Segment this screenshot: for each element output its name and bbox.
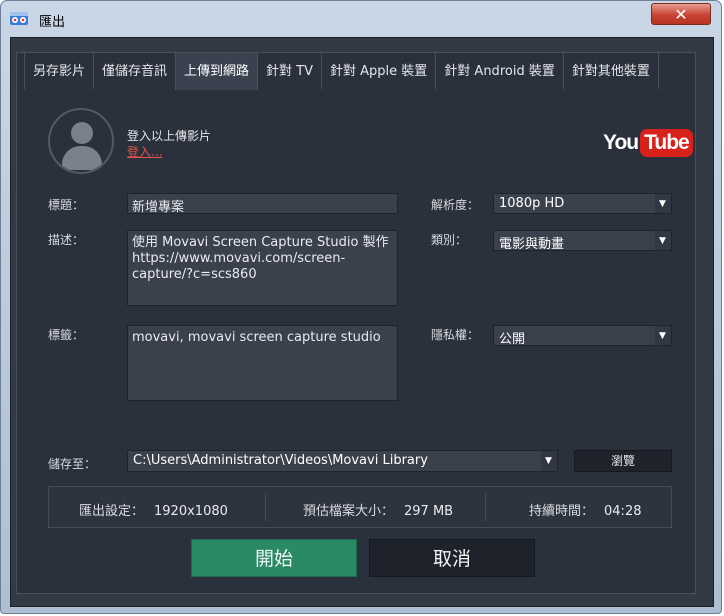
avatar-icon	[48, 108, 114, 174]
youtube-logo-you: You	[603, 131, 639, 154]
avatar-head	[71, 122, 93, 144]
app-icon	[10, 12, 28, 25]
tab-save-video[interactable]: 另存影片	[24, 52, 95, 89]
window-title: 匯出	[39, 15, 66, 30]
resolution-label: 解析度：	[431, 198, 480, 212]
file-size-label: 預估檔案大小：	[303, 504, 395, 519]
divider	[485, 493, 486, 521]
duration-label: 持續時間：	[529, 504, 595, 519]
divider	[265, 493, 266, 521]
save-to-path-select[interactable]: C:\Users\Administrator\Videos\Movavi Lib…	[127, 450, 558, 472]
export-settings-label: 匯出設定：	[79, 504, 145, 519]
tab-upload-online[interactable]: 上傳到網路	[175, 52, 259, 90]
export-info-bar: 匯出設定： 1920x1080 預估檔案大小： 297 MB 持續時間： 04:28	[48, 486, 672, 528]
title-label: 標題：	[48, 198, 85, 212]
title-bar[interactable]: 匯出 ✕	[1, 1, 721, 35]
login-hint: 登入以上傳影片	[127, 129, 212, 143]
tab-bar: 另存影片 僅儲存音訊 上傳到網路 針對 TV 針對 Apple 裝置 針對 An…	[24, 52, 659, 90]
youtube-logo-tube: Tube	[640, 129, 693, 157]
cancel-button[interactable]: 取消	[369, 539, 535, 577]
tab-tv[interactable]: 針對 TV	[257, 52, 323, 89]
category-select[interactable]: 電影與動畫 ▼	[493, 230, 672, 252]
chevron-down-icon[interactable]: ▼	[655, 231, 671, 250]
privacy-label: 隱私權：	[431, 328, 480, 342]
chevron-down-icon[interactable]: ▼	[655, 194, 671, 213]
category-value: 電影與動畫	[499, 237, 565, 252]
start-button[interactable]: 開始	[191, 539, 357, 577]
resolution-value: 1080p HD	[499, 196, 565, 211]
save-to-label: 儲存至：	[48, 457, 97, 471]
tags-label: 標籤：	[48, 328, 85, 342]
description-input[interactable]: 使用 Movavi Screen Capture Studio 製作 https…	[127, 230, 398, 306]
close-button[interactable]: ✕	[651, 3, 711, 25]
chevron-down-icon[interactable]: ▼	[655, 326, 671, 345]
description-label: 描述：	[48, 233, 85, 247]
resolution-select[interactable]: 1080p HD ▼	[493, 193, 672, 214]
chevron-down-icon[interactable]: ▼	[541, 451, 557, 471]
tab-audio-only[interactable]: 僅儲存音訊	[93, 52, 177, 89]
file-size-value: 297 MB	[404, 504, 454, 519]
privacy-select[interactable]: 公開 ▼	[493, 325, 672, 347]
duration-info: 持續時間： 04:28	[529, 500, 641, 519]
export-settings-info: 匯出設定： 1920x1080	[79, 500, 228, 519]
file-size-info: 預估檔案大小： 297 MB	[303, 500, 453, 519]
login-link[interactable]: 登入...	[127, 143, 162, 160]
privacy-value: 公開	[499, 332, 526, 347]
tab-apple[interactable]: 針對 Apple 裝置	[321, 52, 437, 89]
tags-input[interactable]: movavi, movavi screen capture studio	[127, 325, 398, 401]
export-settings-value: 1920x1080	[154, 504, 228, 519]
tab-other-devices[interactable]: 針對其他裝置	[562, 52, 659, 89]
browse-button[interactable]: 瀏覽	[574, 450, 672, 472]
tab-android[interactable]: 針對 Android 裝置	[435, 52, 564, 89]
category-label: 類別：	[431, 233, 468, 247]
youtube-logo: You Tube	[603, 128, 693, 158]
avatar-body	[62, 146, 102, 170]
save-to-path-value: C:\Users\Administrator\Videos\Movavi Lib…	[133, 453, 428, 468]
duration-value: 04:28	[604, 504, 642, 519]
title-input[interactable]: 新增專案	[127, 193, 398, 215]
